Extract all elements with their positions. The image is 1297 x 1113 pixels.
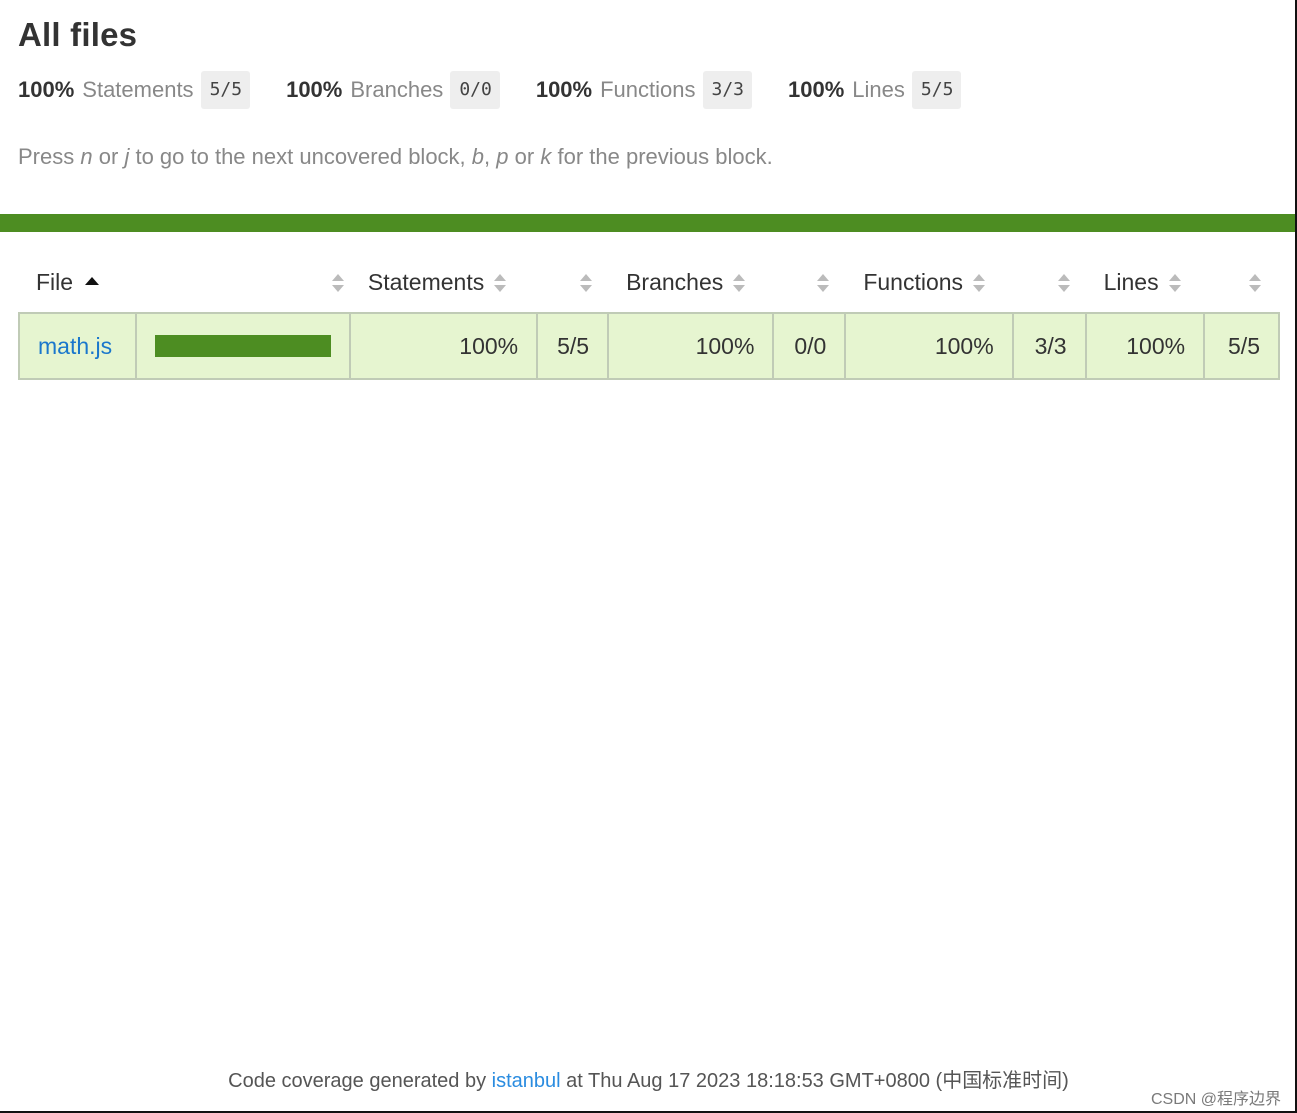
sort-icon (580, 274, 593, 293)
sort-icon (331, 274, 344, 293)
coverage-status-bar (0, 214, 1295, 232)
istanbul-link[interactable]: istanbul (492, 1070, 561, 1092)
footer-suffix: at Thu Aug 17 2023 18:18:53 GMT+0800 (中国… (566, 1070, 1069, 1092)
hint-key-j: j (124, 144, 130, 169)
page-title: All files (18, 16, 138, 53)
summary-label: Branches (350, 77, 444, 102)
column-header-lines[interactable]: Lines (1086, 252, 1204, 313)
coverage-table: File Statements Branches Functions Lines… (18, 252, 1280, 380)
table-header-row: File Statements Branches Functions Lines (19, 252, 1279, 313)
sort-icon (1057, 274, 1070, 293)
column-header-statements[interactable]: Statements (350, 252, 537, 313)
summary-label: Statements (82, 77, 194, 102)
lines-fraction: 5/5 (1203, 312, 1280, 380)
sort-icon (817, 274, 830, 293)
summary-lines: 100% Lines 5/5 (788, 71, 962, 109)
sort-icon (1249, 274, 1261, 293)
hint-middle: to go to the next uncovered block, (135, 144, 466, 169)
footer-prefix: Code coverage generated by (228, 1070, 487, 1092)
column-header-bar[interactable] (136, 252, 350, 313)
summary-label: Functions (600, 77, 696, 102)
watermark: CSDN @程序边界 (1150, 1091, 1281, 1108)
coverage-bar-fill (154, 335, 331, 357)
coverage-summary: 100% Statements 5/5 100% Branches 0/0 10… (18, 70, 997, 110)
summary-fraction: 3/3 (702, 71, 753, 109)
file-cell: math.js (18, 312, 137, 380)
column-header-label: Branches (626, 268, 724, 295)
hint-or: or (514, 144, 535, 169)
column-header-label: Lines (1103, 268, 1159, 295)
sort-icon (733, 274, 746, 293)
sort-ascending-icon (85, 277, 100, 286)
summary-statements: 100% Statements 5/5 (18, 71, 251, 109)
sort-icon (973, 274, 986, 293)
file-link[interactable]: math.js (38, 333, 112, 359)
table-row: math.js 100% 5/5 100% 0/0 100% 3/3 100% … (18, 312, 1280, 380)
header: All files (18, 14, 1279, 56)
column-header-lines-raw[interactable] (1204, 252, 1279, 313)
footer: Code coverage generated by istanbul at T… (0, 1064, 1297, 1093)
branches-pct: 100% (607, 312, 775, 380)
lines-pct: 100% (1084, 312, 1206, 380)
summary-pct: 100% (18, 77, 75, 102)
summary-pct: 100% (788, 77, 845, 102)
summary-branches: 100% Branches 0/0 (286, 71, 500, 109)
column-header-label: File (36, 268, 74, 295)
statements-fraction: 5/5 (536, 312, 610, 380)
hint-or: or (98, 144, 119, 169)
hint-key-b: b (471, 144, 485, 169)
coverage-bar-cell (134, 312, 351, 380)
coverage-bar (154, 335, 331, 357)
column-header-functions[interactable]: Functions (845, 252, 1012, 313)
summary-fraction: 0/0 (450, 71, 500, 109)
summary-fraction: 5/5 (911, 71, 962, 109)
hint-end: for the previous block. (557, 144, 773, 169)
column-header-branches-raw[interactable] (773, 252, 845, 313)
column-header-label: Functions (863, 268, 964, 295)
hint-press: Press (18, 144, 75, 169)
summary-fraction: 5/5 (200, 71, 251, 109)
keyboard-hint: Press n or j to go to the next uncovered… (18, 144, 773, 170)
sort-icon (494, 274, 507, 293)
summary-pct: 100% (286, 77, 343, 102)
hint-comma: , (484, 144, 491, 169)
column-header-statements-raw[interactable] (537, 252, 608, 313)
summary-functions: 100% Functions 3/3 (535, 71, 753, 109)
hint-key-n: n (80, 144, 93, 169)
statements-pct: 100% (348, 312, 539, 380)
column-header-branches[interactable]: Branches (608, 252, 773, 313)
summary-pct: 100% (535, 77, 593, 102)
branches-fraction: 0/0 (772, 312, 847, 380)
hint-key-k: k (540, 144, 552, 169)
functions-fraction: 3/3 (1011, 312, 1087, 380)
column-header-label: Statements (367, 268, 485, 295)
functions-pct: 100% (844, 312, 1014, 380)
sort-icon (1168, 274, 1181, 293)
hint-key-p: p (496, 144, 509, 169)
summary-label: Lines (852, 77, 905, 102)
column-header-file[interactable]: File (19, 252, 136, 313)
column-header-functions-raw[interactable] (1013, 252, 1086, 313)
